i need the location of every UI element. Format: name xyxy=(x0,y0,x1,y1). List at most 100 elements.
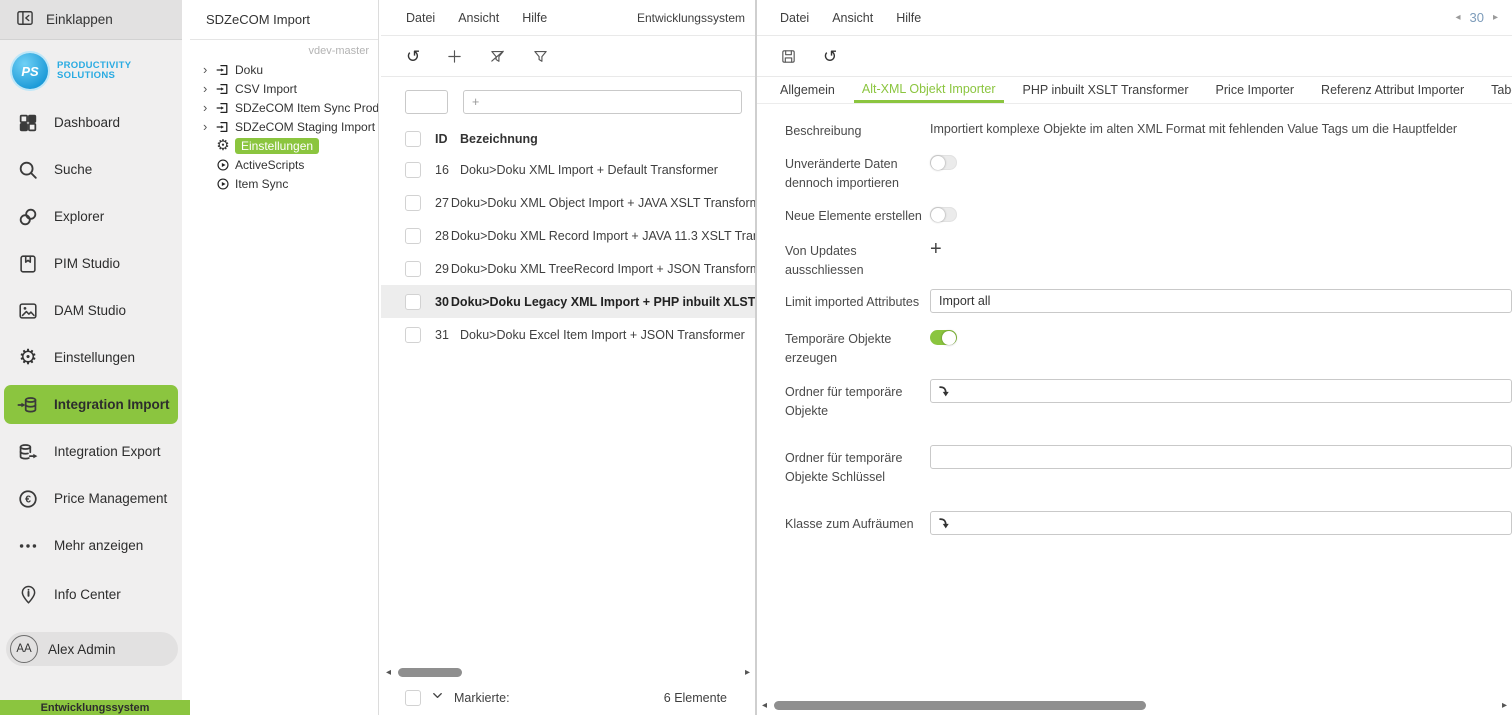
logo-initials: PS xyxy=(21,63,39,79)
filter-icon-button[interactable] xyxy=(532,48,549,65)
tree-item-label: SDZeCOM Staging Import xyxy=(235,119,376,134)
sidebar-item-dashboard[interactable]: Dashboard xyxy=(0,99,182,146)
toggle-switch[interactable] xyxy=(930,207,957,222)
sidebar-item-info-center[interactable]: Info Center xyxy=(0,571,182,618)
menu-ansicht[interactable]: Ansicht xyxy=(832,11,873,25)
add-icon[interactable]: + xyxy=(930,238,942,280)
chevron-down-icon[interactable] xyxy=(430,688,445,708)
filter-clear-icon-button[interactable] xyxy=(489,48,506,65)
tree-item-label: Doku xyxy=(235,62,264,77)
sidebar-item-suche[interactable]: Suche xyxy=(0,146,182,193)
detail-toolbar: ↺ xyxy=(757,36,1512,77)
menu-ansicht[interactable]: Ansicht xyxy=(458,11,499,25)
sidebar-item-explorer[interactable]: Explorer xyxy=(0,193,182,240)
tree-item[interactable]: ActiveScripts xyxy=(190,155,378,174)
refresh-icon-button[interactable]: ↺ xyxy=(406,48,420,65)
tree-item[interactable]: › Doku xyxy=(190,60,378,79)
sidebar-item-label: Mehr anzeigen xyxy=(54,538,144,553)
chevron-right-icon[interactable]: › xyxy=(203,101,215,114)
tab-price-importer[interactable]: Price Importer xyxy=(1216,77,1295,103)
refresh-icon-button[interactable]: ↺ xyxy=(823,48,837,65)
form-row: Von Updates ausschliessen + xyxy=(785,238,1512,280)
field-input[interactable] xyxy=(930,445,1512,469)
scrollbar-thumb[interactable] xyxy=(398,668,462,677)
version-label: vdev-master xyxy=(308,45,369,57)
tree-item-label: Einstellungen xyxy=(235,137,320,154)
row-checkbox[interactable] xyxy=(405,260,421,277)
form-row: Klasse zum Aufräumen xyxy=(785,511,1512,535)
save-icon-button[interactable] xyxy=(780,48,797,65)
toggle-switch[interactable] xyxy=(930,155,957,170)
field-input[interactable] xyxy=(930,379,1512,403)
row-checkbox[interactable] xyxy=(405,194,421,211)
collapse-sidebar-button[interactable]: Einklappen xyxy=(0,0,182,40)
table-row[interactable]: 27 Doku>Doku XML Object Import + JAVA XS… xyxy=(381,186,771,219)
table-row[interactable]: 16 Doku>Doku XML Import + Default Transf… xyxy=(381,153,755,186)
tree-panel-title: SDZeCOM Import xyxy=(190,0,378,40)
menu-datei[interactable]: Datei xyxy=(406,11,435,25)
detail-panel: Datei Ansicht Hilfe ◂ 30 ▸ ↺ Allgemein Alt… xyxy=(757,0,1512,715)
tree-item[interactable]: ⚙ Einstellungen xyxy=(190,136,378,155)
id-filter-input[interactable] xyxy=(405,90,448,114)
tab-referenz-attribut-importer[interactable]: Referenz Attribut Importer xyxy=(1321,77,1464,103)
menu-datei[interactable]: Datei xyxy=(780,11,809,25)
row-checkbox[interactable] xyxy=(405,227,421,244)
row-checkbox[interactable] xyxy=(405,161,421,178)
sidebar-item-integration-import[interactable]: Integration Import xyxy=(4,385,178,424)
sidebar-item-einstellungen[interactable]: ⚙ Einstellungen xyxy=(0,334,182,381)
user-menu[interactable]: AA Alex Admin xyxy=(6,632,178,666)
toggle-switch[interactable] xyxy=(930,330,957,345)
scroll-right-icon[interactable]: ▸ xyxy=(1499,700,1510,711)
table-row[interactable]: 28 Doku>Doku XML Record Import + JAVA 11… xyxy=(381,219,802,252)
row-checkbox[interactable] xyxy=(405,326,421,343)
menu-hilfe[interactable]: Hilfe xyxy=(896,11,921,25)
ps-logo-icon: PS xyxy=(12,53,48,89)
filter-clear-icon xyxy=(491,50,504,62)
chevron-right-icon[interactable]: › xyxy=(203,82,215,95)
scrollbar-track[interactable] xyxy=(770,701,1499,710)
chevron-right-icon[interactable]: › xyxy=(203,120,215,133)
row-checkbox[interactable] xyxy=(405,293,421,310)
sidebar-item-dam-studio[interactable]: DAM Studio xyxy=(0,287,182,334)
scroll-left-icon[interactable]: ◂ xyxy=(383,667,394,678)
select-all-checkbox[interactable] xyxy=(405,131,421,147)
field-input-wrap xyxy=(930,445,1512,487)
menu-hilfe[interactable]: Hilfe xyxy=(522,11,547,25)
text-filter-input[interactable] xyxy=(463,90,742,114)
field-input[interactable] xyxy=(930,511,1512,535)
add-icon-button[interactable] xyxy=(446,48,463,65)
scroll-left-icon[interactable]: ◂ xyxy=(759,700,770,711)
sidebar-item-integration-export[interactable]: Integration Export xyxy=(0,428,182,475)
tree-item[interactable]: Item Sync xyxy=(190,174,378,193)
scrollbar-thumb[interactable] xyxy=(774,701,1146,710)
scroll-right-icon[interactable]: ▸ xyxy=(742,667,753,678)
sidebar-item-label: Dashboard xyxy=(54,115,121,130)
avatar-initials: AA xyxy=(16,643,32,655)
tab-allgemein[interactable]: Allgemein xyxy=(780,77,835,103)
sidebar-nav: Dashboard Suche Explorer PIM Studio DAM … xyxy=(0,99,182,569)
avatar: AA xyxy=(10,635,38,663)
tab-alt-xml-objekt-importer[interactable]: Alt-XML Objekt Importer xyxy=(853,77,1004,103)
sidebar-item-pim-studio[interactable]: PIM Studio xyxy=(0,240,182,287)
next-record-icon[interactable]: ▸ xyxy=(1493,12,1498,23)
prev-record-icon[interactable]: ◂ xyxy=(1455,12,1460,23)
chevron-right-icon[interactable]: › xyxy=(203,63,215,76)
chevron-down-icon[interactable] xyxy=(430,688,445,703)
field-input[interactable] xyxy=(930,289,1512,313)
form-row: Unveränderte Daten dennoch importieren xyxy=(785,151,1512,193)
scrollbar-track[interactable] xyxy=(394,668,742,677)
add-icon xyxy=(448,49,461,63)
marked-checkbox[interactable] xyxy=(405,690,421,706)
row-id: 31 xyxy=(435,327,449,342)
tab-php-inbuilt-xslt-transformer[interactable]: PHP inbuilt XSLT Transformer xyxy=(1023,77,1189,103)
table-row[interactable]: 29 Doku>Doku XML TreeRecord Import + JSO… xyxy=(381,252,771,285)
tree-item[interactable]: › CSV Import xyxy=(190,79,378,98)
tree-item-label: Item Sync xyxy=(235,176,289,191)
sidebar-item-price-management[interactable]: € Price Management xyxy=(0,475,182,522)
tree-item[interactable]: › SDZeCOM Item Sync Products xyxy=(190,98,401,117)
table-row[interactable]: 31 Doku>Doku Excel Item Import + JSON Tr… xyxy=(381,318,755,351)
tab-tabellen-attribut-importer[interactable]: Tabellen Attribut Importer xyxy=(1491,77,1512,103)
sidebar-item-mehr-anzeigen[interactable]: Mehr anzeigen xyxy=(0,522,182,569)
table-row[interactable]: 30 Doku>Doku Legacy XML Import + PHP inb… xyxy=(381,285,832,318)
tree-item[interactable]: › SDZeCOM Staging Import xyxy=(190,117,378,136)
